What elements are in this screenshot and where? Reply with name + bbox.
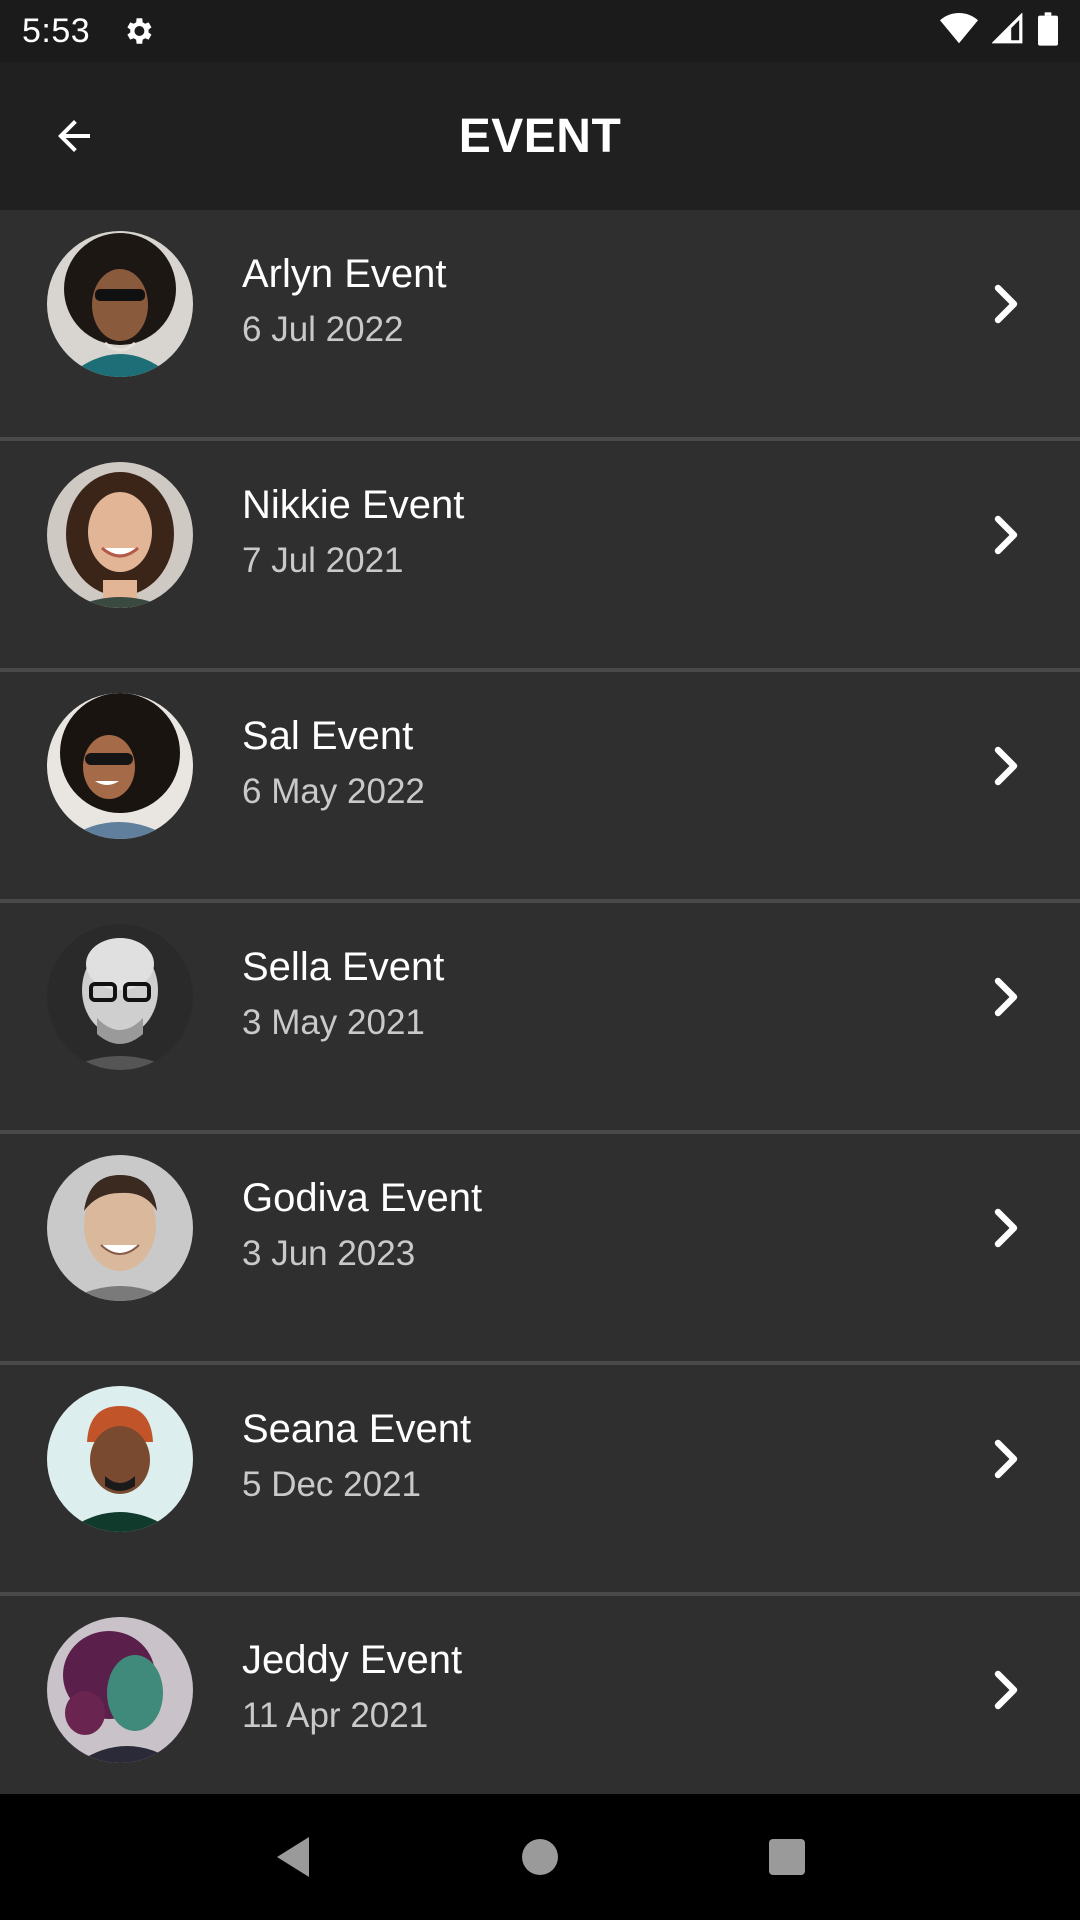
wifi-icon — [940, 12, 978, 50]
event-name: Nikkie Event — [242, 483, 465, 527]
event-name: Sal Event — [242, 714, 414, 758]
event-text: Jeddy Event 11 Apr 2021 — [242, 1640, 462, 1733]
avatar — [47, 1386, 193, 1532]
cell-signal-icon — [991, 11, 1024, 50]
avatar — [47, 693, 193, 839]
chevron-right-icon — [988, 744, 1024, 788]
event-date: 6 Jul 2022 — [242, 310, 404, 349]
avatar — [47, 462, 193, 608]
avatar — [47, 1155, 193, 1301]
event-text: Godiva Event 3 Jun 2023 — [242, 1178, 482, 1271]
event-text: Arlyn Event 6 Jul 2022 — [242, 254, 447, 347]
battery-icon — [1038, 11, 1058, 51]
avatar — [47, 924, 193, 1070]
chevron-right-icon — [988, 1668, 1024, 1712]
system-nav-bar — [0, 1794, 1080, 1920]
nav-recents-square-icon — [768, 1839, 805, 1875]
event-list-item[interactable]: Godiva Event 3 Jun 2023 — [0, 1134, 1080, 1365]
settings-gear-icon — [120, 13, 156, 49]
event-text: Nikkie Event 7 Jul 2021 — [242, 485, 464, 578]
event-date: 3 May 2021 — [242, 1003, 425, 1042]
chevron-right-icon — [988, 282, 1024, 326]
nav-home-circle-icon — [521, 1839, 558, 1875]
event-name: Jeddy Event — [242, 1638, 463, 1682]
nav-home-button[interactable] — [510, 1827, 570, 1887]
nav-back-triangle-icon — [277, 1837, 310, 1877]
status-bar: 5:53 — [0, 0, 1080, 62]
event-list-item[interactable]: Jeddy Event 11 Apr 2021 — [0, 1596, 1080, 1794]
event-date: 6 May 2022 — [242, 772, 425, 811]
event-text: Sella Event 3 May 2021 — [242, 947, 444, 1040]
avatar — [47, 231, 193, 377]
avatar — [47, 1617, 193, 1763]
status-time: 5:53 — [22, 11, 91, 50]
event-date: 11 Apr 2021 — [242, 1696, 429, 1735]
status-right-icons — [940, 11, 1058, 51]
event-name: Sella Event — [242, 945, 445, 989]
page-title: EVENT — [458, 109, 622, 163]
event-date: 7 Jul 2021 — [242, 541, 404, 580]
event-list-item[interactable]: Sal Event 6 May 2022 — [0, 672, 1080, 903]
chevron-right-icon — [988, 1437, 1024, 1481]
event-name: Godiva Event — [242, 1176, 483, 1220]
event-name: Arlyn Event — [242, 252, 447, 296]
chevron-right-icon — [988, 513, 1024, 557]
event-text: Sal Event 6 May 2022 — [242, 716, 425, 809]
nav-back-button[interactable] — [263, 1827, 323, 1887]
event-list-item[interactable]: Seana Event 5 Dec 2021 — [0, 1365, 1080, 1596]
event-list-item[interactable]: Arlyn Event 6 Jul 2022 — [0, 210, 1080, 441]
arrow-back-icon — [58, 120, 90, 152]
event-list-item[interactable]: Nikkie Event 7 Jul 2021 — [0, 441, 1080, 672]
chevron-right-icon — [988, 975, 1024, 1019]
nav-recents-button[interactable] — [757, 1827, 817, 1887]
app-root: 5:53 EVENT Arlyn Event 6 Jul 2022 Nikkie… — [0, 0, 1080, 1920]
event-name: Seana Event — [242, 1407, 472, 1451]
back-button[interactable] — [44, 106, 104, 166]
chevron-right-icon — [988, 1206, 1024, 1250]
event-list-item[interactable]: Sella Event 3 May 2021 — [0, 903, 1080, 1134]
app-bar: EVENT — [0, 62, 1080, 210]
event-date: 5 Dec 2021 — [242, 1465, 422, 1504]
event-date: 3 Jun 2023 — [242, 1234, 416, 1273]
event-list: Arlyn Event 6 Jul 2022 Nikkie Event 7 Ju… — [0, 210, 1080, 1794]
event-text: Seana Event 5 Dec 2021 — [242, 1409, 471, 1502]
